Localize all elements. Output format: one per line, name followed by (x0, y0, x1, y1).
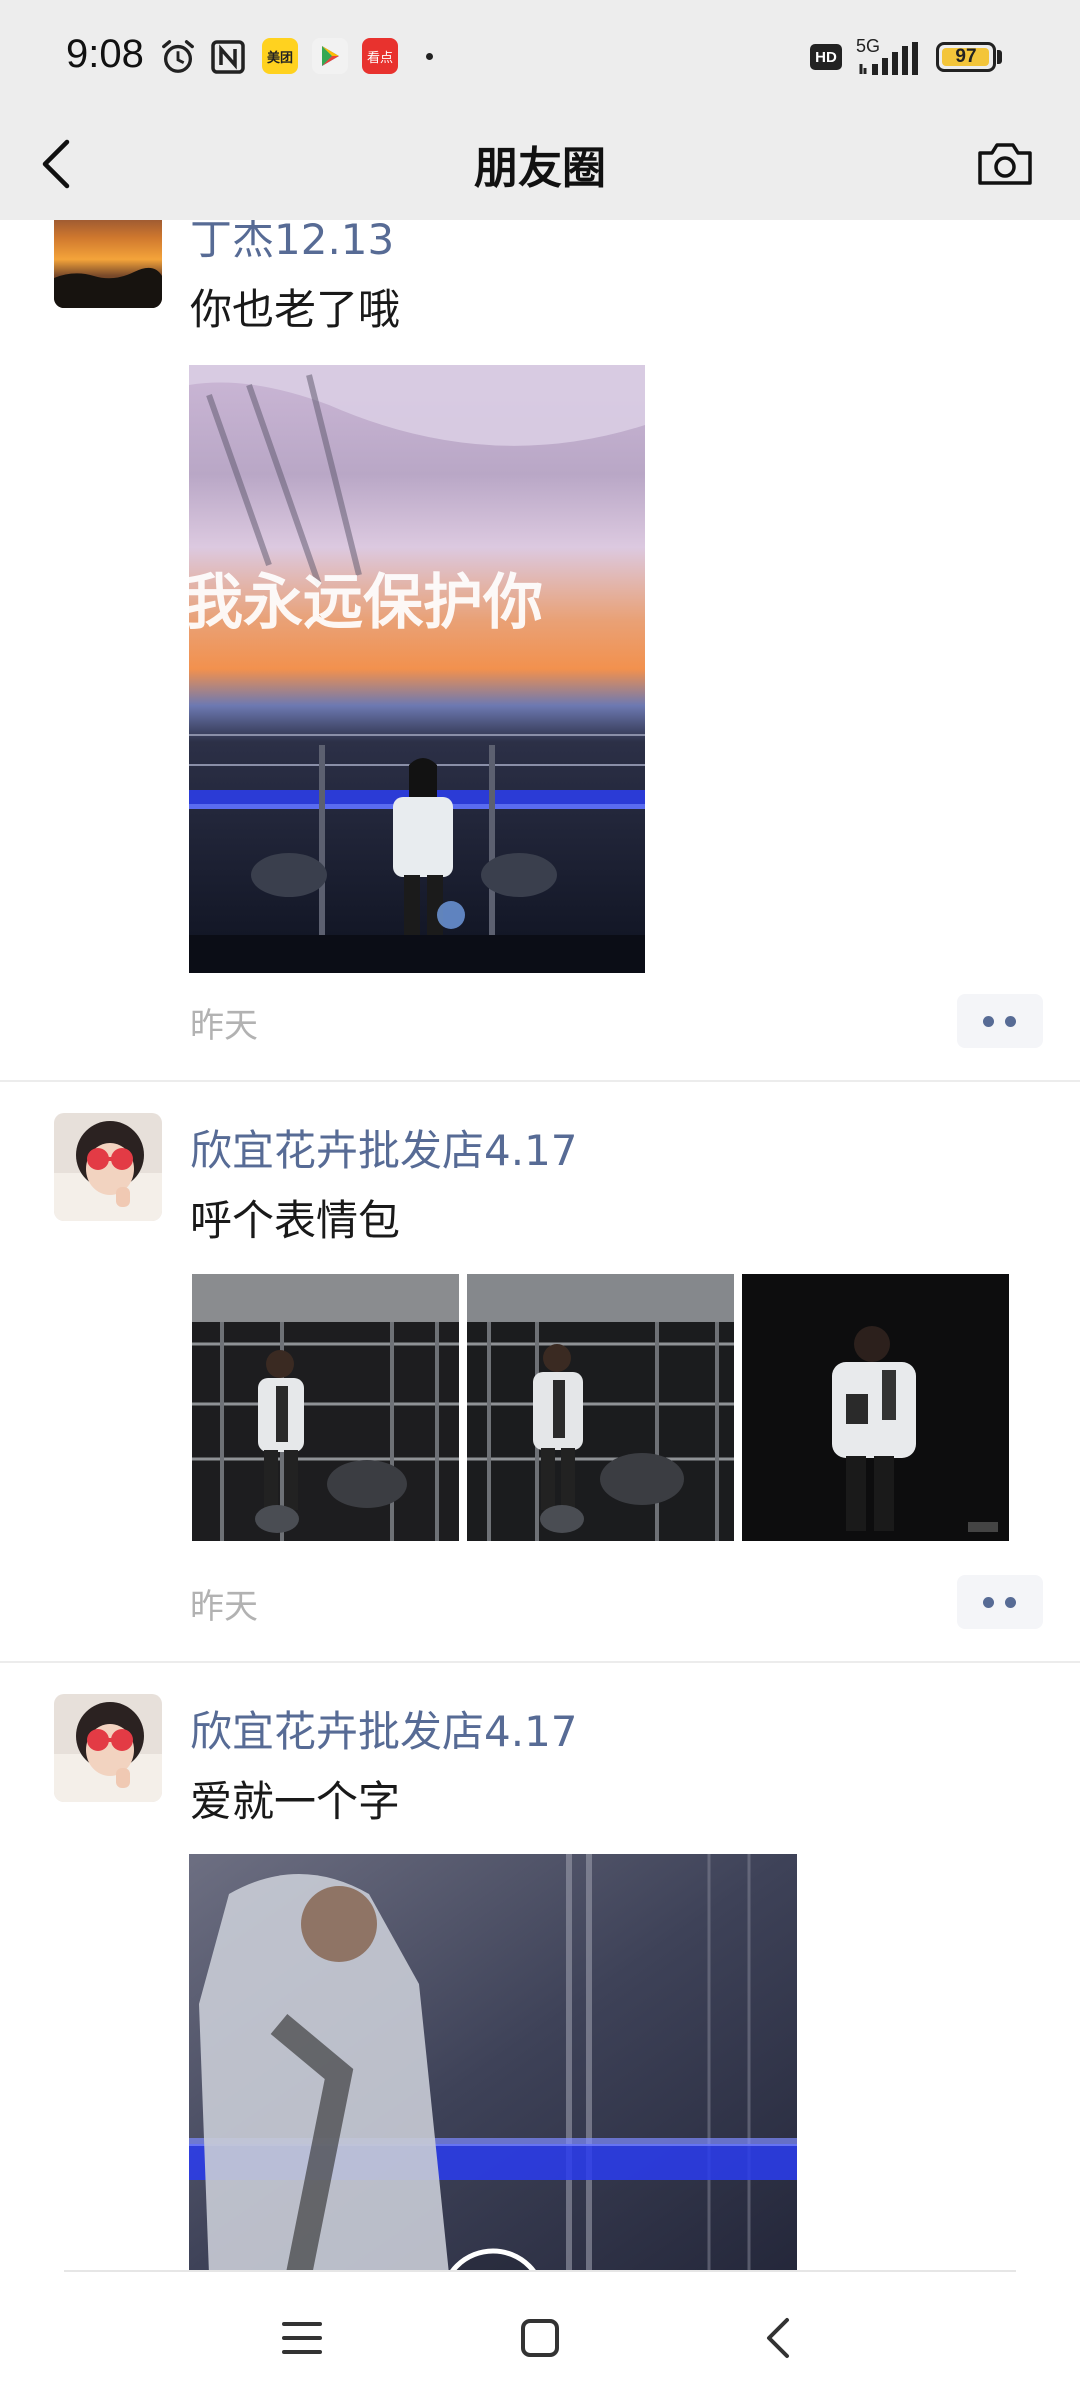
camera-button[interactable] (972, 128, 1038, 198)
kandian-app-label: 看点 (366, 50, 393, 66)
moments-feed[interactable]: 丁杰12.13 你也老了哦 我永远保护你 昨天 欣宜花卉批发店4.17 呼个表情… (0, 220, 1080, 2270)
meituan-app-label: 美团 (266, 50, 293, 66)
home-icon (521, 2319, 559, 2357)
meituan-app-icon: 美团 (262, 38, 298, 74)
signal-icon (859, 42, 918, 75)
play-icon (450, 2248, 536, 2270)
post-divider (0, 1080, 1080, 1082)
camera-icon (978, 143, 1032, 185)
post-author[interactable]: 欣宜花卉批发店4.17 (190, 1117, 578, 1178)
hd-voice-badge: HD (810, 44, 842, 70)
back-icon (767, 2318, 789, 2358)
kandian-app-icon: 看点 (362, 38, 398, 74)
post-image[interactable]: 我永远保护你 (189, 365, 645, 973)
status-bar: 9:08 美团 看点 HD 5G 97 (0, 0, 1080, 118)
more-notifications-dot (426, 53, 433, 60)
system-navigation-bar (0, 2270, 1080, 2400)
battery-tip (997, 50, 1002, 64)
post-text: 爱就一个字 (190, 1777, 401, 1826)
post-text: 你也老了哦 (190, 285, 401, 334)
post-video[interactable] (189, 1854, 797, 2270)
home-button[interactable] (500, 2306, 580, 2370)
avatar[interactable] (54, 220, 162, 308)
post-author[interactable]: 丁杰12.13 (190, 220, 394, 267)
status-time: 9:08 (66, 32, 144, 76)
post-text: 呼个表情包 (190, 1196, 401, 1245)
post-author[interactable]: 欣宜花卉批发店4.17 (190, 1698, 578, 1759)
system-back-button[interactable] (738, 2306, 818, 2370)
nav-bar-divider (64, 2270, 1016, 2272)
menu-icon (282, 2322, 322, 2354)
menu-button[interactable] (262, 2306, 342, 2370)
post-divider (0, 1661, 1080, 1663)
post-time: 昨天 (190, 1587, 258, 1627)
avatar[interactable] (54, 1113, 162, 1221)
avatar[interactable] (54, 1694, 162, 1802)
post-time: 昨天 (190, 1006, 258, 1046)
play-store-icon (312, 38, 348, 74)
post-image-3[interactable] (742, 1274, 1009, 1541)
image-caption-text: 我永远保护你 (189, 568, 543, 638)
page-title: 朋友圈 (474, 143, 606, 194)
play-button[interactable] (439, 2248, 547, 2270)
battery-icon: 97 (936, 42, 996, 72)
nfc-icon (211, 40, 245, 74)
more-actions-button[interactable] (957, 994, 1043, 1048)
alarm-icon (162, 40, 194, 73)
post-image-1[interactable] (192, 1274, 459, 1541)
nav-bar: 朋友圈 (0, 118, 1080, 220)
post-image-2[interactable] (467, 1274, 734, 1541)
more-actions-button[interactable] (957, 1575, 1043, 1629)
battery-level: 97 (955, 46, 977, 67)
